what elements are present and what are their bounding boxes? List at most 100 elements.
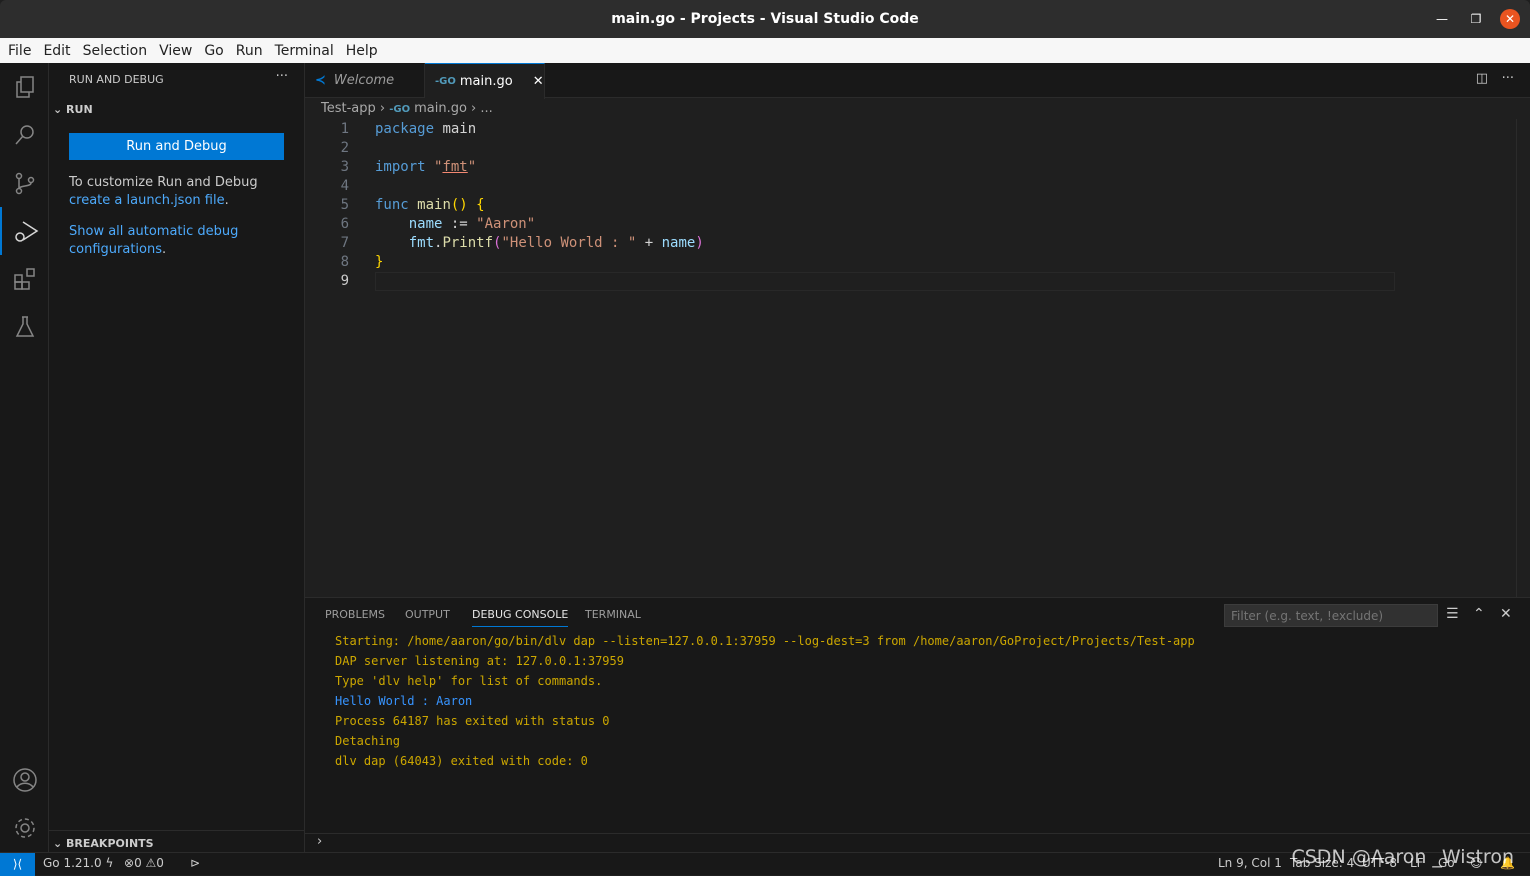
search-icon[interactable] [0,111,49,159]
title-bar: main.go - Projects - Visual Studio Code … [0,0,1530,38]
more-actions-icon[interactable]: ··· [1502,71,1514,86]
menu-edit[interactable]: Edit [37,43,76,59]
run-and-debug-button[interactable]: Run and Debug [69,133,284,160]
problems-status[interactable]: ⊗0 ⚠0 [124,856,164,870]
close-panel-icon[interactable]: ✕ [1500,606,1512,622]
current-line-highlight [375,272,1395,291]
close-window-button[interactable]: ✕ [1500,9,1520,29]
more-actions-icon[interactable]: ··· [276,69,288,84]
settings-gear-icon[interactable] [0,804,49,852]
minimize-button[interactable]: — [1432,9,1452,29]
cursor-position[interactable]: Ln 9, Col 1 [1218,856,1282,870]
run-section-header[interactable]: ⌄ RUN [53,103,93,116]
tab-welcome[interactable]: ≺ Welcome [305,63,425,98]
menu-help[interactable]: Help [340,43,384,59]
tab-problems[interactable]: PROBLEMS [325,608,385,621]
activity-bar [0,63,49,852]
remote-icon[interactable]: ⟩⟨ [0,853,35,876]
extensions-icon[interactable] [0,255,49,303]
code-line: fmt.Printf("Hello World : " + name) [408,235,704,251]
clear-console-icon[interactable]: ☰ [1446,606,1459,622]
editor-tabs: ≺ Welcome -GO main.go ✕ ◫ ··· [305,63,1530,99]
console-line-program-output: Hello World : Aaron [335,694,473,708]
chevron-down-icon: ⌄ [53,837,67,850]
line-number: 3 [340,159,349,175]
breadcrumb-folder[interactable]: Test-app [321,101,376,116]
line-number: 1 [340,121,349,137]
code-line: import "fmt" [375,159,477,175]
code-line: func main() { [375,197,485,213]
run-debug-sidebar: RUN AND DEBUG ··· ⌄ RUN Run and Debug To… [49,63,305,852]
create-launch-json-link[interactable]: create a launch.json file [69,193,225,208]
console-line: dlv dap (64043) exited with code: 0 [335,754,588,768]
breadcrumb-symbols[interactable]: ... [480,101,492,116]
error-count: 0 [134,856,142,870]
section-label: RUN [66,103,93,116]
tab-label: main.go [459,74,513,89]
line-number: 9 [340,273,349,289]
line-number: 4 [340,178,349,194]
sidebar-title: RUN AND DEBUG [69,73,164,86]
account-icon[interactable] [0,756,49,804]
menu-bar: File Edit Selection View Go Run Terminal… [0,38,1530,63]
line-number: 2 [340,140,349,156]
line-number: 6 [340,216,349,232]
error-icon: ⊗ [124,856,135,870]
tab-debug-console[interactable]: DEBUG CONSOLE [472,608,569,627]
show-all-debug-configs-link[interactable]: Show all automatic debug configurations [69,224,238,257]
line-number: 8 [340,254,349,270]
go-file-icon: -GO [389,104,411,115]
console-line: DAP server listening at: 127.0.0.1:37959 [335,654,624,668]
window-title: main.go - Projects - Visual Studio Code [611,11,919,27]
menu-run[interactable]: Run [230,43,269,59]
chevron-right-icon: › [317,834,323,849]
breakpoints-section[interactable]: ⌄ BREAKPOINTS [49,830,304,852]
customize-text: To customize Run and Debug create a laun… [69,174,289,210]
show-all-text: Show all automatic debug configurations. [69,223,249,259]
tab-terminal[interactable]: TERMINAL [585,608,641,621]
customize-label: To customize Run and Debug [69,175,258,190]
vscode-logo-icon: ≺ [315,73,326,88]
tab-output[interactable]: OUTPUT [405,608,450,621]
code-line: package main [375,121,477,137]
source-control-icon[interactable] [0,159,49,207]
code-editor[interactable]: 1 2 3 4 5 6 7 8 9 package main import "f… [305,119,1515,597]
menu-go[interactable]: Go [198,43,229,59]
console-line: Starting: /home/aaron/go/bin/dlv dap --l… [335,634,1195,648]
code-line: name := "Aaron" [408,216,536,232]
breadcrumb-file[interactable]: main.go [414,101,467,116]
watermark: CSDN @Aaron _Wistron [1291,846,1514,868]
go-version-label: Go 1.21.0 [43,856,102,870]
console-line: Type 'dlv help' for list of commands. [335,674,603,688]
bottom-panel: PROBLEMS OUTPUT DEBUG CONSOLE TERMINAL ☰… [305,597,1530,852]
lightning-icon: ϟ [105,856,114,870]
menu-file[interactable]: File [2,43,37,59]
warning-icon: ⚠ [145,856,157,870]
maximize-button[interactable]: ❐ [1466,9,1486,29]
tab-main-go[interactable]: -GO main.go ✕ [425,63,545,99]
editor-scrollbar[interactable] [1516,119,1530,597]
breadcrumb: Test-app › -GO main.go › ... [321,101,493,116]
period: . [162,242,167,257]
line-number: 5 [340,197,349,213]
console-line: Process 64187 has exited with status 0 [335,714,610,728]
console-line: Detaching [335,734,401,748]
maximize-panel-icon[interactable]: ⌃ [1473,606,1485,622]
console-filter-input[interactable] [1224,604,1438,627]
debug-status-icon[interactable]: ⊳ [190,856,200,870]
menu-terminal[interactable]: Terminal [269,43,340,59]
menu-view[interactable]: View [153,43,198,59]
line-number: 7 [340,235,349,251]
breakpoints-label: BREAKPOINTS [66,837,154,850]
testing-icon[interactable] [0,303,49,351]
menu-selection[interactable]: Selection [77,43,154,59]
go-version[interactable]: Go 1.21.0 ϟ [43,856,113,870]
close-tab-icon[interactable]: ✕ [533,74,544,89]
go-file-icon: -GO [435,76,456,87]
tab-label: Welcome [333,73,395,88]
chevron-down-icon: ⌄ [53,103,67,116]
split-editor-icon[interactable]: ◫ [1476,71,1488,86]
run-debug-icon[interactable] [0,207,49,255]
explorer-icon[interactable] [0,63,49,111]
warning-count: 0 [156,856,164,870]
